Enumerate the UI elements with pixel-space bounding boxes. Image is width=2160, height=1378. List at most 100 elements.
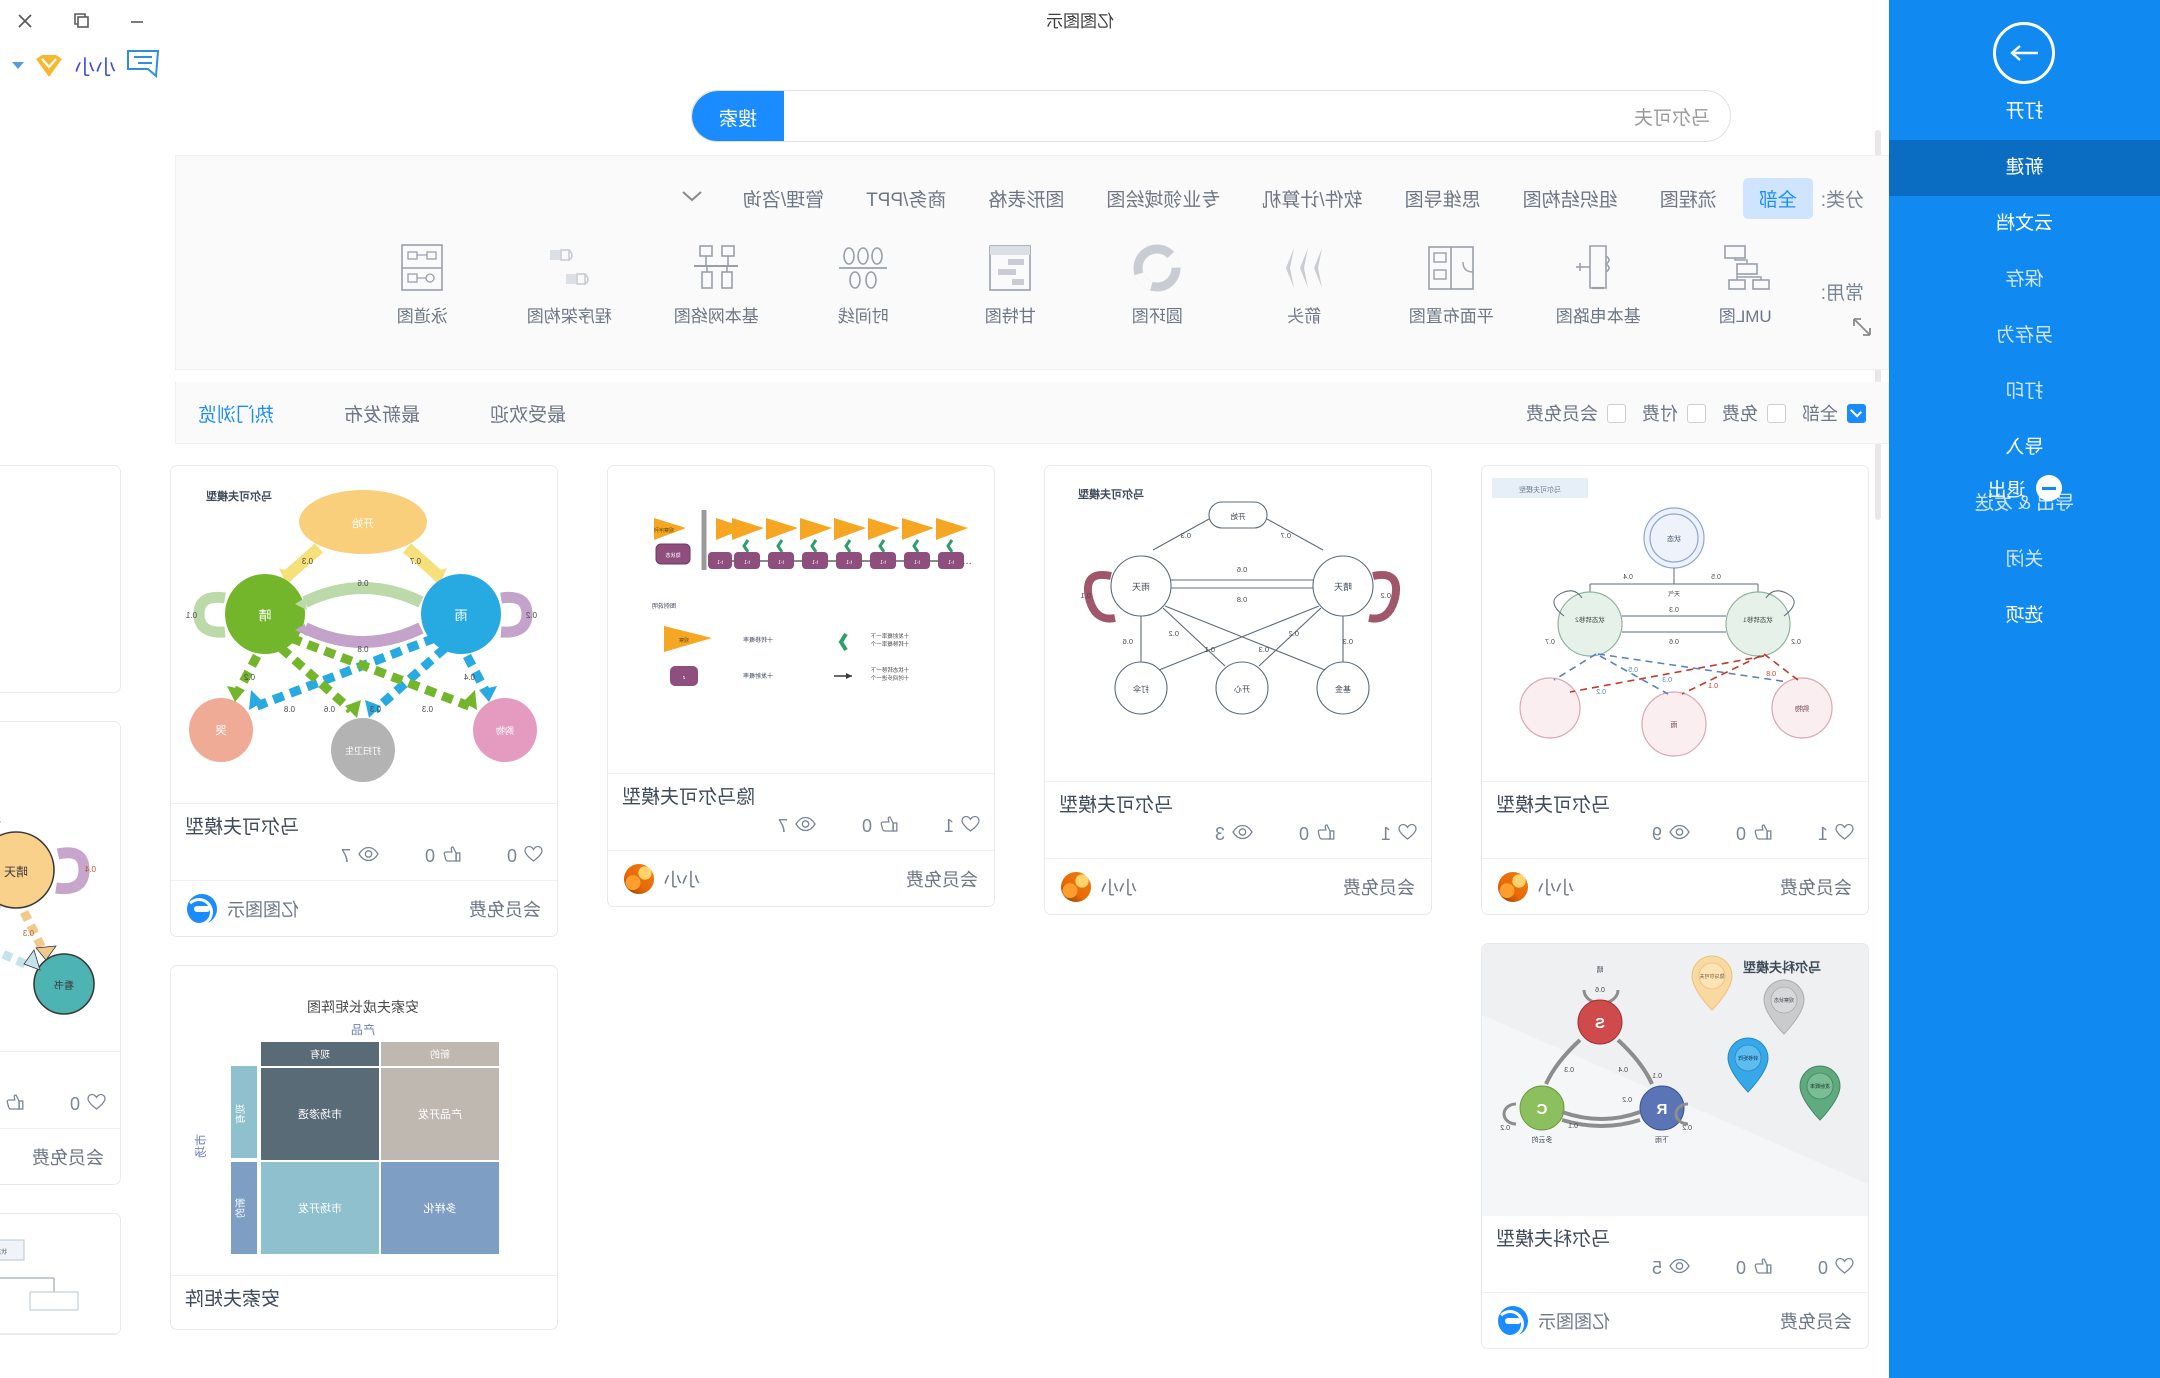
likes-count: 0 [1298, 824, 1309, 844]
svg-text:t-1: t-1 [778, 560, 784, 566]
common-item-network[interactable]: 基本网络图 [659, 234, 774, 327]
new-blank-canvas-card[interactable]: 新建空白画布 [0, 465, 121, 693]
chevron-down-icon[interactable] [12, 62, 24, 69]
category-item-software[interactable]: 软件/计算机 [1246, 178, 1378, 219]
checkbox-member-free[interactable] [1607, 403, 1626, 423]
template-card[interactable]: 开始 0.6 0.4 晴天 雨天 [0, 721, 121, 1185]
common-item-floorplan[interactable]: 平面布置图 [1394, 234, 1509, 327]
sort-newest[interactable]: 最新发布 [344, 400, 420, 427]
svg-text:t-1: t-1 [914, 560, 920, 566]
category-item-all[interactable]: 全部 [1742, 177, 1813, 219]
card-meta: 安索夫矩阵 [171, 1276, 557, 1329]
sort-most-popular[interactable]: 最受欢迎 [490, 400, 566, 427]
minus-circle-icon [2035, 475, 2062, 501]
template-card[interactable]: 观察序列 隐状态 t-1 t-1 t-1 t-1 t-1 t-1 t-1 t-1… [607, 465, 995, 907]
common-item-timeline[interactable]: 时间线 [806, 234, 921, 327]
svg-text:S: S [1595, 1015, 1605, 1032]
sort-hot-views[interactable]: 热门浏览 [198, 400, 274, 427]
minimize-icon[interactable] [126, 10, 148, 32]
common-item-donut[interactable]: 圆环图 [1100, 234, 1215, 327]
eye-icon [1232, 824, 1253, 845]
thumbs-up-icon [879, 815, 898, 838]
filter-paid[interactable]: 付费 [1642, 400, 1706, 426]
checkbox-free[interactable] [1767, 403, 1786, 423]
common-item-uml[interactable]: UML图 [1688, 234, 1803, 327]
category-item-management[interactable]: 管理/咨询 [727, 178, 840, 219]
maximize-icon[interactable] [70, 10, 92, 32]
stat-likes: 0 [1736, 1257, 1772, 1280]
filter-member-free-label: 会员免费 [1526, 404, 1598, 424]
price-badge: 会员免费 [1780, 877, 1852, 898]
svg-text:t-1: t-1 [880, 560, 886, 566]
file-menu-item-save[interactable]: 保存 [1889, 252, 2160, 308]
template-card[interactable]: 安索夫成长矩阵图 产品 市场 新的 现有 产品开发 市场渗透 多样化 市场开发 … [170, 965, 558, 1330]
category-item-charts-tables[interactable]: 图形表格 [972, 178, 1080, 219]
template-card[interactable]: 马尔可夫模型 开始 0.7 0.3 晴天 雨天 0.6 0.8 0.2 0.1 … [1044, 465, 1432, 915]
avatar [1061, 871, 1091, 902]
category-item-orgchart[interactable]: 组织结构图 [1507, 178, 1634, 219]
svg-text:0.6: 0.6 [1123, 637, 1133, 646]
file-menu-item-options[interactable]: 选项 [1889, 588, 2160, 644]
filter-free[interactable]: 免费 [1722, 400, 1786, 426]
avatar [624, 863, 654, 894]
template-card[interactable]: 马尔可夫模型 状态 0.5 0.4 状态转移1 状态转移2 0.3 0.6 天气… [1481, 465, 1869, 915]
svg-text:发射概率: 发射概率 [1810, 1083, 1830, 1090]
svg-text:哭: 哭 [216, 724, 227, 737]
template-card[interactable]: 状态转移图 [0, 1213, 121, 1335]
card-author[interactable]: 小小 [1498, 871, 1574, 902]
arrow-right-circle-icon[interactable] [1993, 22, 2056, 84]
category-item-professional[interactable]: 专业领域绘图 [1090, 178, 1236, 219]
checkbox-paid[interactable] [1687, 403, 1706, 423]
category-item-mindmap[interactable]: 思维导图 [1389, 178, 1497, 219]
file-menu-item-close[interactable]: 关闭 [1889, 532, 2160, 588]
common-item-gantt[interactable]: 甘特图 [953, 234, 1068, 327]
common-item-arrows[interactable]: 箭头 [1247, 234, 1362, 327]
search-button[interactable]: 搜索 [692, 91, 784, 142]
account-group[interactable]: 小小 [12, 48, 160, 83]
close-icon[interactable] [14, 10, 36, 32]
card-footer: 会员免费 亿图图示 [1482, 1292, 1868, 1348]
hearts-count: 0 [1817, 1258, 1828, 1278]
feedback-icon[interactable] [126, 48, 160, 83]
donut-chart-icon [1100, 234, 1215, 302]
search-input[interactable] [812, 91, 1712, 141]
search-box[interactable]: 搜索 [691, 90, 1731, 142]
chevron-down-icon[interactable] [679, 187, 705, 210]
template-card[interactable]: 马尔科夫模型 隐马尔可夫 观察状态 转移矩阵 发射概率 晴 0.6 S R C … [1481, 943, 1869, 1349]
stat-hearts: 0 [1818, 1257, 1854, 1280]
card-footer: 会员免费 小小 [608, 850, 994, 906]
file-menu-item-new[interactable]: 新建 [1889, 140, 2160, 196]
floor-plan-icon [1394, 234, 1509, 302]
card-author[interactable]: 小小 [624, 863, 700, 894]
category-item-flowchart[interactable]: 流程图 [1644, 178, 1733, 219]
svg-text:0.1: 0.1 [185, 611, 197, 620]
account-name[interactable]: 小小 [74, 51, 116, 80]
svg-text:状态转移1: 状态转移1 [1743, 615, 1773, 624]
svg-text:状态转移图: 状态转移图 [0, 1248, 7, 1256]
stat-likes: 0 [862, 815, 898, 838]
template-thumbnail: 马尔可夫模型 状态 0.5 0.4 状态转移1 状态转移2 0.3 0.6 天气… [1482, 466, 1868, 782]
expand-arrow-icon[interactable] [1850, 315, 1874, 344]
avatar [1498, 871, 1528, 902]
category-item-business-ppt[interactable]: 商务/PPT [850, 178, 962, 219]
card-author[interactable]: 小小 [1061, 871, 1137, 902]
svg-text:0.4: 0.4 [1623, 574, 1633, 581]
common-item-circuit[interactable]: 基本电路图 [1541, 234, 1656, 327]
common-item-swimlane[interactable]: 泳道图 [365, 234, 480, 327]
svg-text:十状态转移一下: 十状态转移一下 [870, 666, 909, 674]
file-menu-item-exit[interactable]: 退出 [1889, 460, 2160, 516]
filter-member-free[interactable]: 会员免费 [1526, 400, 1626, 426]
card-author[interactable]: 亿图图示 [187, 893, 299, 924]
svg-text:产品开发: 产品开发 [418, 1107, 462, 1121]
template-card[interactable]: 马尔可夫模型 开始 0.7 0.3 雨 晴 0.6 0.8 0.2 0.1 购物… [170, 465, 558, 937]
price-badge: 会员免费 [32, 1147, 104, 1168]
svg-text:0.7: 0.7 [409, 557, 421, 566]
file-menu-item-save-as[interactable]: 另存为 [1889, 308, 2160, 364]
filter-all[interactable]: 全部 [1802, 400, 1866, 426]
file-menu-item-cloud-docs[interactable]: 云文档 [1889, 196, 2160, 252]
card-author[interactable]: 亿图图示 [1498, 1305, 1610, 1336]
checkbox-all[interactable] [1847, 403, 1866, 423]
common-item-program-architecture[interactable]: 程序架构图 [512, 234, 627, 327]
file-menu-item-print[interactable]: 打印 [1889, 364, 2160, 420]
file-menu-item-open[interactable]: 打开 [1889, 84, 2160, 140]
